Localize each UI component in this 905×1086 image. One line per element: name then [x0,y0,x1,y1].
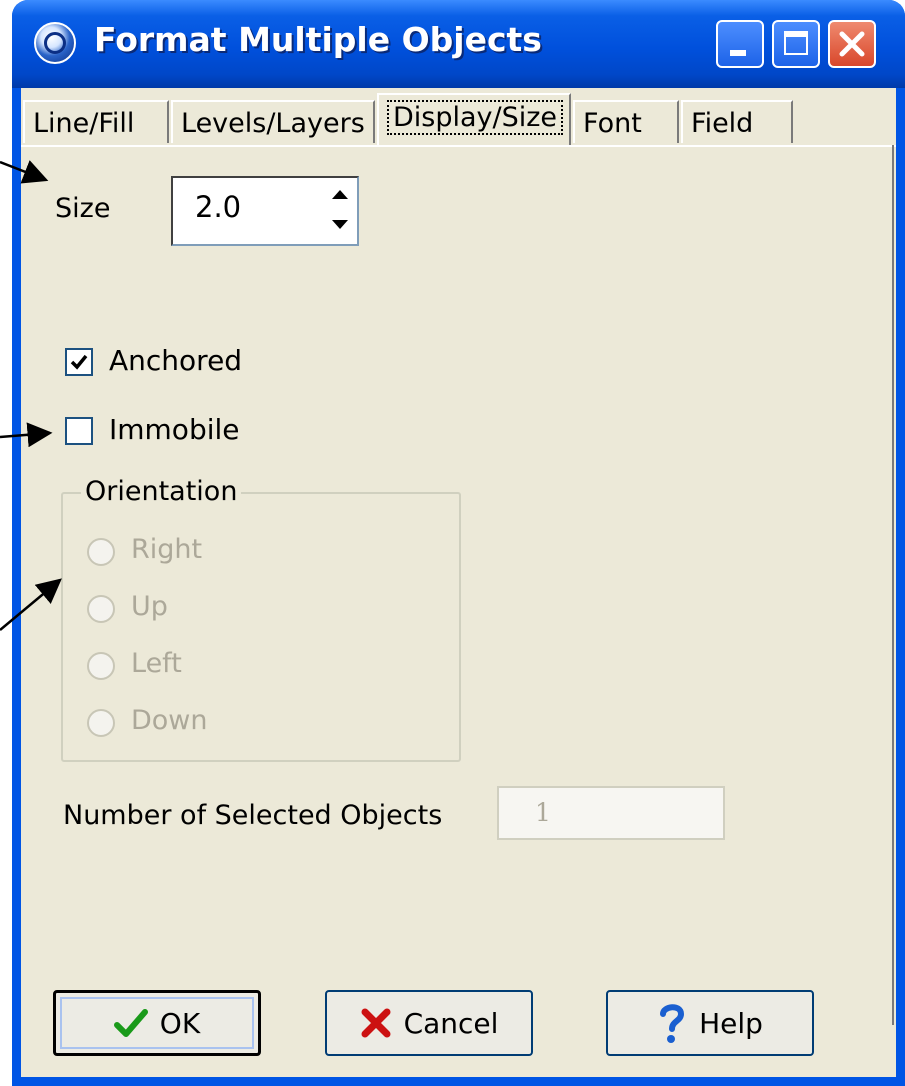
radio-button[interactable] [87,538,115,566]
tab-panel-right-border [892,145,894,1025]
title-bar[interactable]: Format Multiple Objects [12,0,905,88]
spin-up-arrow-icon[interactable] [325,180,355,210]
checkmark-icon [70,354,88,370]
tab-label: Font [583,108,642,139]
radio-button[interactable] [87,595,115,623]
ok-label: OK [159,1006,201,1040]
selected-objects-field: 1 [497,786,725,840]
close-icon [839,31,865,57]
radio-label: Down [131,705,208,736]
minimize-button[interactable] [716,20,764,68]
radio-label: Left [131,648,182,679]
tab-levels-layers[interactable]: Levels/Layers [171,100,375,143]
orientation-group: Orientation Right Up Left Down [61,476,461,762]
selected-objects-label: Number of Selected Objects [63,800,443,831]
radio-label: Right [131,534,203,565]
orientation-legend: Orientation [81,476,242,507]
tab-line-fill[interactable]: Line/Fill [23,100,169,143]
radio-button[interactable] [87,709,115,737]
help-label: Help [699,1006,763,1040]
size-label: Size [55,193,111,224]
radio-button[interactable] [87,652,115,680]
tab-field[interactable]: Field [681,100,793,143]
tab-display-size[interactable]: Display/Size [377,93,571,145]
window-title: Format Multiple Objects [94,20,542,59]
tab-strip: Line/Fill Levels/Layers Display/Size Fon… [21,93,896,145]
size-spinner[interactable]: 2.0 [171,176,359,246]
anchored-label: Anchored [109,344,243,377]
cancel-button[interactable]: Cancel [325,990,533,1056]
maximize-button[interactable] [772,20,820,68]
checkmark-icon [113,1009,148,1037]
tab-panel-top-border [21,145,896,147]
question-mark-icon [660,1004,685,1043]
immobile-checkbox[interactable] [65,417,93,445]
radio-label: Up [131,591,168,622]
tab-label: Field [691,108,754,139]
tab-font[interactable]: Font [573,100,679,143]
close-button[interactable] [828,20,876,68]
tab-label: Display/Size [387,100,564,135]
dialog-body: Line/Fill Levels/Layers Display/Size Fon… [21,88,896,1077]
tab-label: Levels/Layers [181,108,365,139]
app-globe-icon [34,22,76,64]
immobile-label: Immobile [109,413,240,446]
ok-button[interactable]: OK [53,990,261,1056]
help-button[interactable]: Help [606,990,814,1056]
selected-objects-value: 1 [535,798,551,827]
dialog-window: Format Multiple Objects Line/Fill Levels… [12,0,905,1086]
spin-down-arrow-icon[interactable] [325,211,355,241]
cancel-label: Cancel [403,1006,499,1040]
size-value[interactable]: 2.0 [195,190,241,224]
anchored-checkbox[interactable] [65,348,93,376]
red-x-icon [361,1008,391,1038]
tab-label: Line/Fill [33,108,135,139]
